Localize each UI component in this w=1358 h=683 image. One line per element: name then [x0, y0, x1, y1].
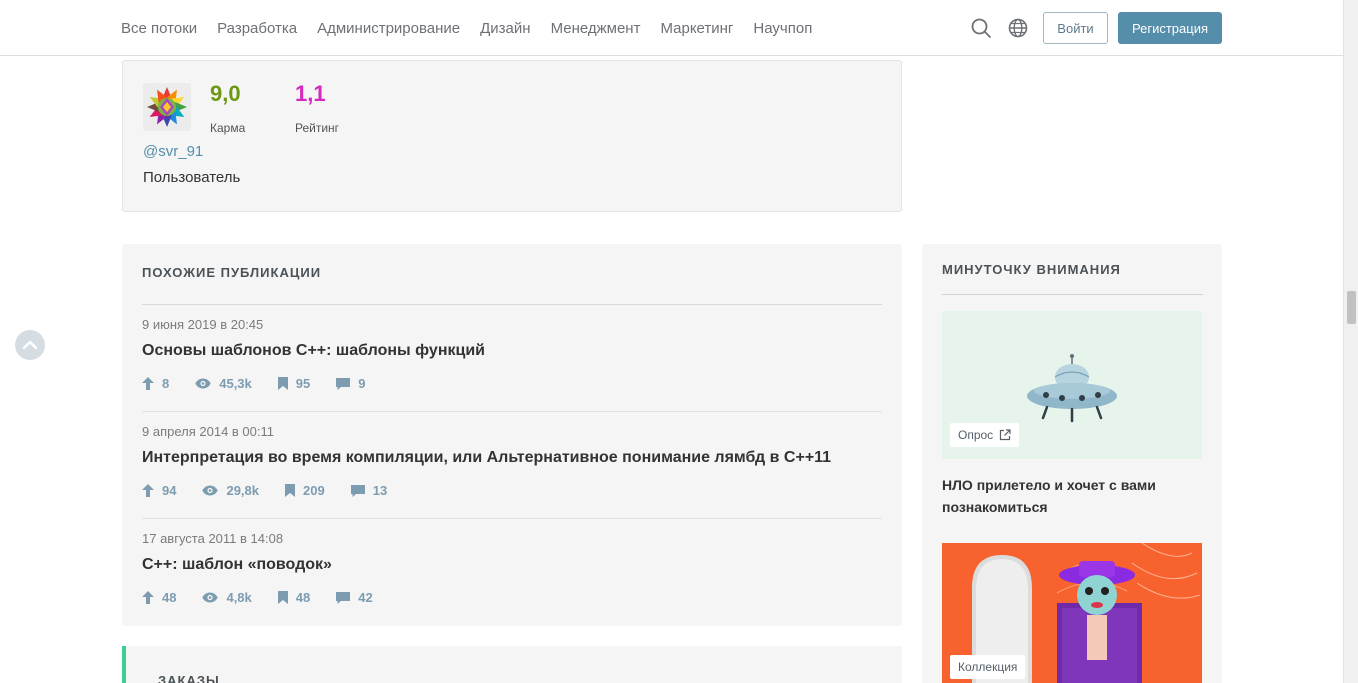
nav-item-all[interactable]: Все потоки: [121, 20, 197, 37]
bookmarks-stat[interactable]: 209: [285, 483, 325, 498]
publication-date: 17 августа 2011 в 14:08: [142, 531, 284, 546]
promo-ufo-title-link[interactable]: НЛО прилетело и хочет с вами познакомить…: [942, 474, 1202, 518]
karma-value: 9,0: [210, 81, 241, 106]
comment-icon: [336, 377, 351, 390]
publication-item: 9 апреля 2014 в 00:11 Интерпретация во в…: [142, 412, 882, 519]
chevron-up-icon: [22, 340, 38, 350]
karma-label: Карма: [210, 121, 246, 135]
views-count: 4,8k: [226, 590, 252, 605]
views-stat: 4,8k: [202, 590, 252, 605]
page-scrollbar[interactable]: [1343, 0, 1358, 683]
comments-stat[interactable]: 9: [336, 376, 365, 391]
flows-nav: Все потоки Разработка Администрирование …: [121, 0, 832, 56]
nav-item-design[interactable]: Дизайн: [480, 20, 530, 37]
arrow-up-icon: [142, 377, 154, 390]
comment-icon: [336, 591, 351, 604]
publication-item: 9 июня 2019 в 20:45 Основы шаблонов С++:…: [142, 305, 882, 412]
promo-tag-label: Опрос: [958, 428, 994, 442]
rating-label: Рейтинг: [295, 121, 340, 135]
bookmarks-count: 48: [295, 590, 311, 605]
karma-stat: 9,0 Карма: [210, 81, 245, 135]
eye-icon: [202, 485, 219, 496]
comments-stat[interactable]: 42: [336, 590, 373, 605]
sidebar-attention: МИНУТОЧКУ ВНИМАНИЯ Опрос НЛО прилетело и…: [922, 244, 1222, 683]
search-icon[interactable]: [970, 17, 992, 39]
bookmark-icon: [277, 377, 288, 390]
rating-stat: 1,1 Рейтинг: [295, 81, 339, 135]
bookmarks-stat[interactable]: 95: [277, 376, 311, 391]
comments-count: 13: [372, 483, 388, 498]
bookmarks-stat[interactable]: 48: [277, 590, 311, 605]
divider: [942, 294, 1203, 295]
sidebar-title: МИНУТОЧКУ ВНИМАНИЯ: [942, 262, 1121, 277]
external-link-icon: [1000, 429, 1011, 441]
comment-icon: [350, 484, 365, 497]
views-count: 29,8k: [226, 483, 260, 498]
login-button[interactable]: Войти: [1043, 12, 1108, 44]
avatar[interactable]: [143, 83, 191, 131]
arrow-up-icon: [142, 591, 154, 604]
publication-date: 9 апреля 2014 в 00:11: [142, 424, 274, 439]
scroll-to-top-button[interactable]: [15, 330, 45, 360]
similar-title: ПОХОЖИЕ ПУБЛИКАЦИИ: [142, 265, 322, 280]
publication-stats: 48 4,8k 48 42: [142, 590, 399, 605]
publication-stats: 94 29,8k 209 13: [142, 483, 413, 498]
nav-item-admin[interactable]: Администрирование: [317, 20, 460, 37]
eye-icon: [202, 592, 219, 603]
globe-icon[interactable]: [1007, 17, 1029, 39]
bookmark-icon: [285, 484, 296, 497]
publication-item: 17 августа 2011 в 14:08 C++: шаблон «пов…: [142, 519, 882, 626]
votes-stat: 94: [142, 483, 176, 498]
comments-count: 42: [358, 590, 373, 605]
nav-item-popsci[interactable]: Научпоп: [753, 20, 812, 37]
scrollbar-thumb[interactable]: [1347, 291, 1356, 324]
author-role: Пользователь: [143, 169, 241, 186]
publication-date: 9 июня 2019 в 20:45: [142, 317, 264, 332]
publication-title-link[interactable]: C++: шаблон «поводок»: [142, 556, 332, 574]
avatar-image: [143, 83, 191, 131]
votes-count: 94: [162, 483, 177, 498]
header-icons: [970, 17, 1044, 39]
promo-tag-collection[interactable]: Коллекция: [950, 655, 1026, 679]
comments-stat[interactable]: 13: [350, 483, 388, 498]
bookmarks-count: 209: [303, 483, 325, 498]
promo-collection-card[interactable]: Коллекция: [942, 543, 1202, 683]
views-stat: 29,8k: [202, 483, 259, 498]
author-nickname-link[interactable]: @svr_91: [143, 143, 203, 160]
publication-title-link[interactable]: Интерпретация во время компиляции, или А…: [142, 449, 831, 467]
bookmarks-count: 95: [295, 376, 311, 391]
orders-block: ЗАКАЗЫ: [122, 646, 902, 683]
bookmark-icon: [277, 591, 288, 604]
publication-list: 9 июня 2019 в 20:45 Основы шаблонов С++:…: [142, 304, 882, 626]
register-button[interactable]: Регистрация: [1118, 12, 1222, 44]
publication-title-link[interactable]: Основы шаблонов С++: шаблоны функций: [142, 342, 485, 360]
publication-stats: 8 45,3k 95 9: [142, 376, 391, 391]
promo-ufo-card[interactable]: Опрос: [942, 311, 1202, 459]
votes-count: 48: [162, 590, 177, 605]
nav-item-management[interactable]: Менеджмент: [551, 20, 641, 37]
comments-count: 9: [358, 376, 366, 391]
top-navbar: Все потоки Разработка Администрирование …: [0, 0, 1343, 56]
votes-stat: 48: [142, 590, 176, 605]
arrow-up-icon: [142, 484, 154, 497]
promo-tag-survey[interactable]: Опрос: [950, 423, 1020, 447]
votes-stat: 8: [142, 376, 169, 391]
views-stat: 45,3k: [195, 376, 252, 391]
eye-icon: [195, 378, 211, 389]
author-card: 9,0 Карма 1,1 Рейтинг @svr_91 Пользовате…: [122, 60, 902, 212]
nav-item-marketing[interactable]: Маркетинг: [660, 20, 733, 37]
similar-publications: ПОХОЖИЕ ПУБЛИКАЦИИ 9 июня 2019 в 20:45 О…: [122, 244, 902, 626]
page: Все потоки Разработка Администрирование …: [0, 0, 1358, 683]
orders-title: ЗАКАЗЫ: [158, 673, 220, 683]
votes-count: 8: [162, 376, 170, 391]
nav-item-develop[interactable]: Разработка: [217, 20, 297, 37]
views-count: 45,3k: [219, 376, 252, 391]
rating-value: 1,1: [295, 81, 326, 106]
